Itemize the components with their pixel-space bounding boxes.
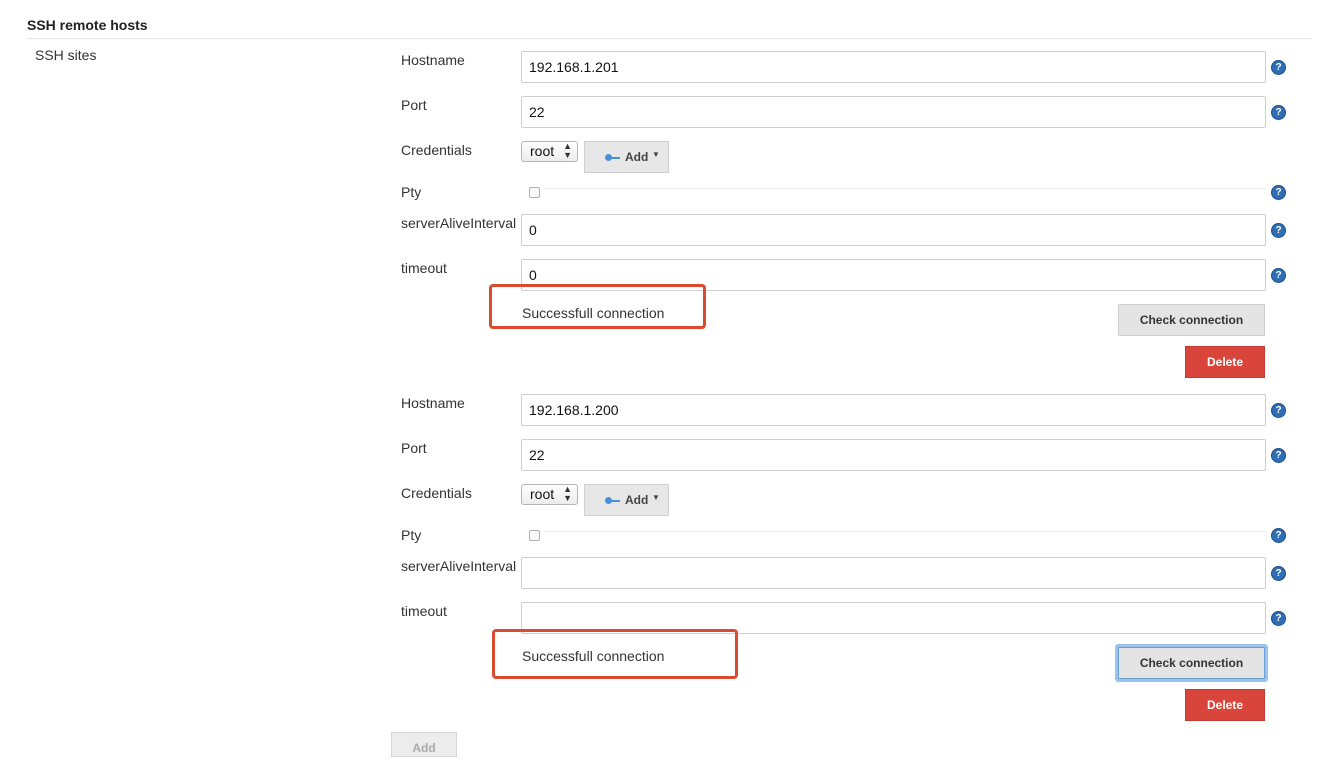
server-alive-input[interactable] [521, 214, 1266, 246]
add-credentials-label: Add [625, 493, 649, 507]
pty-checkbox[interactable] [529, 187, 540, 198]
port-label: Port [401, 97, 427, 113]
select-arrows-icon: ▲ ▼ [563, 141, 572, 160]
caret-down-icon: ▼ [652, 150, 660, 159]
port-input[interactable] [521, 96, 1266, 128]
help-icon[interactable]: ? [1271, 448, 1286, 463]
hostname-input[interactable] [521, 51, 1266, 83]
port-input[interactable] [521, 439, 1266, 471]
hostname-label: Hostname [401, 395, 465, 411]
help-icon[interactable]: ? [1271, 223, 1286, 238]
help-icon[interactable]: ? [1271, 566, 1286, 581]
ssh-site-1: Hostname ? Port ? Credentials root ▲▼ Ad… [0, 0, 1327, 378]
add-ssh-site-button[interactable]: Add [391, 732, 457, 757]
pty-divider [544, 188, 1266, 189]
delete-button[interactable]: Delete [1185, 689, 1265, 721]
pty-label: Pty [401, 527, 422, 543]
port-label: Port [401, 440, 427, 456]
server-alive-input[interactable] [521, 557, 1266, 589]
server-alive-label: serverAliveInterval [401, 215, 517, 231]
help-icon[interactable]: ? [1271, 60, 1286, 75]
help-icon[interactable]: ? [1271, 528, 1286, 543]
check-connection-button[interactable]: Check connection [1118, 647, 1265, 679]
caret-down-icon: ▼ [652, 493, 660, 502]
help-icon[interactable]: ? [1271, 403, 1286, 418]
pty-label: Pty [401, 184, 422, 200]
pty-divider [544, 531, 1266, 532]
credentials-select[interactable]: root ▲ ▼ [521, 484, 578, 505]
key-icon [605, 154, 621, 161]
credentials-select[interactable]: root ▲ ▼ [521, 141, 578, 162]
connection-status: Successfull connection [522, 305, 665, 321]
hostname-label: Hostname [401, 52, 465, 68]
server-alive-label: serverAliveInterval [401, 558, 517, 574]
help-icon[interactable]: ? [1271, 185, 1286, 200]
help-icon[interactable]: ? [1271, 611, 1286, 626]
hostname-input[interactable] [521, 394, 1266, 426]
pty-checkbox[interactable] [529, 530, 540, 541]
help-icon[interactable]: ? [1271, 105, 1286, 120]
credentials-selected-value: root [530, 486, 555, 502]
credentials-label: Credentials [401, 485, 472, 501]
check-connection-button[interactable]: Check connection [1118, 304, 1265, 336]
ssh-site-2: Hostname ? Port ? Credentials root ▲▼ Ad… [0, 343, 1327, 721]
add-credentials-button[interactable]: Add ▼ [584, 484, 669, 516]
credentials-label: Credentials [401, 142, 472, 158]
credentials-selected-value: root [530, 143, 555, 159]
connection-status: Successfull connection [522, 648, 665, 664]
select-arrows-icon: ▲ ▼ [563, 484, 572, 503]
add-credentials-button[interactable]: Add ▼ [584, 141, 669, 173]
key-icon [605, 497, 621, 504]
timeout-label: timeout [401, 260, 447, 276]
timeout-label: timeout [401, 603, 447, 619]
add-credentials-label: Add [625, 150, 649, 164]
help-icon[interactable]: ? [1271, 268, 1286, 283]
